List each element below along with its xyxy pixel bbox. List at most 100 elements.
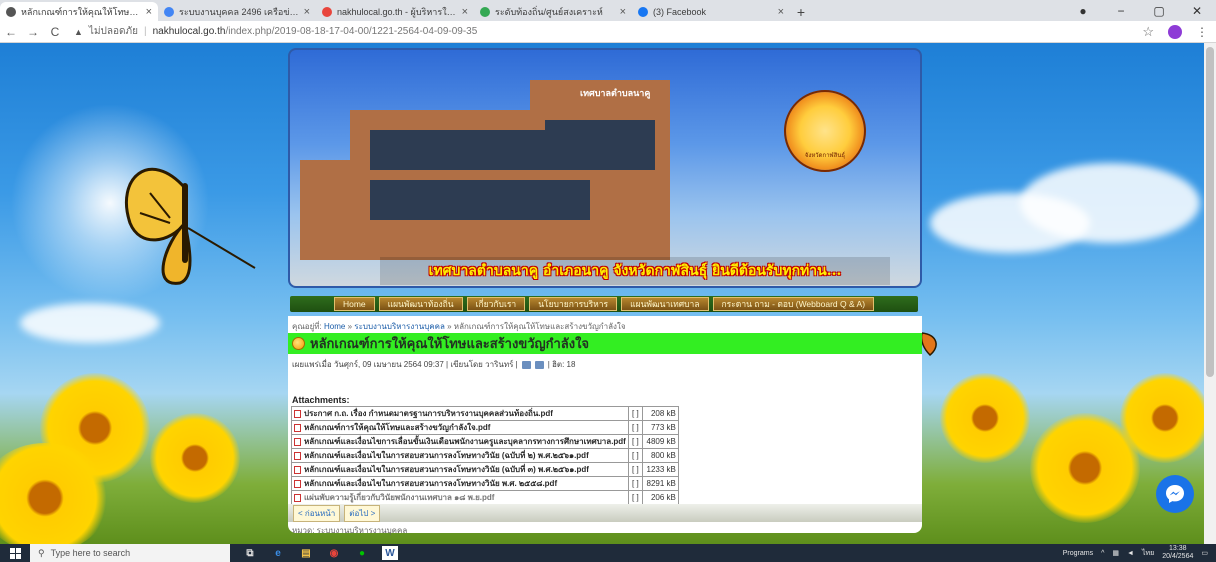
attachment-open-bracket[interactable]: [ ] [627, 406, 643, 421]
building-illustration [530, 80, 670, 260]
menu-item-plan[interactable]: แผนพัฒนาท้องถิ่น [378, 297, 463, 311]
attachment-file-name: หลักเกณฑ์การให้คุณให้โทษและสร้างขวัญกำลั… [304, 423, 491, 432]
attachment-file-link[interactable]: หลักเกณฑ์และเงื่อนไขการเลื่อนขั้นเงินเดื… [291, 434, 629, 449]
attachment-file-name: ประกาศ ก.ถ. เรื่อง กำหนดมาตรฐานการบริหาร… [304, 409, 553, 418]
bookmark-star-icon[interactable]: ☆ [1142, 24, 1154, 40]
attachment-open-bracket[interactable]: [ ] [627, 448, 643, 463]
article-title: หลักเกณฑ์การให้คุณให้โทษและสร้างขวัญกำลั… [310, 336, 590, 351]
article-content: คุณอยู่ที่: Home » ระบบงานบริหารงานบุคคล… [288, 316, 922, 535]
maximize-button[interactable]: ▢ [1140, 4, 1178, 18]
browser-tab[interactable]: ระดับท้องถิ่น/ศูนย์สงเคราะห์ × [474, 2, 632, 21]
record-icon[interactable]: ● [1064, 4, 1102, 18]
attachment-open-bracket[interactable]: [ ] [627, 476, 643, 491]
scrollbar-thumb[interactable] [1206, 47, 1214, 377]
tab-close-icon[interactable]: × [620, 6, 626, 18]
file-explorer-icon[interactable]: ▤ [298, 546, 314, 560]
windows-logo-icon [9, 547, 21, 559]
main-menu: Home แผนพัฒนาท้องถิ่น เกี่ยวกับเรา นโยบา… [290, 296, 918, 312]
attachment-file-link[interactable]: ประกาศ ก.ถ. เรื่อง กำหนดมาตรฐานการบริหาร… [291, 406, 629, 421]
attachment-file-link[interactable]: แผ่นพับความรู้เกี่ยวกับวินัยพนักงานเทศบา… [291, 490, 629, 505]
pdf-file-icon [294, 437, 301, 446]
reload-button[interactable]: C [44, 25, 66, 39]
print-icon[interactable] [521, 360, 531, 369]
tab-label: ระบบงานบุคคล 2496 เครือข่ายราชการท้องถิ่… [179, 6, 299, 17]
start-button[interactable] [0, 544, 30, 562]
attachment-open-bracket[interactable]: [ ] [627, 462, 643, 477]
clock-date: 20/4/2564 [1162, 553, 1194, 560]
address-bar[interactable]: ▲ ไม่ปลอดภัย | nakhulocal.go.th/index.ph… [74, 24, 477, 39]
taskbar-search-placeholder: Type here to search [50, 548, 131, 558]
article-category[interactable]: หมวด: ระบบงานบริหารงานบุคคล [292, 524, 407, 537]
tray-language[interactable]: ไทย [1142, 548, 1154, 559]
browser-tab-facebook[interactable]: (3) Facebook × [632, 2, 790, 21]
attachments-table: ประกาศ ก.ถ. เรื่อง กำหนดมาตรฐานการบริหาร… [291, 406, 679, 505]
window-controls: ● − ▢ ✕ [1064, 0, 1216, 21]
attachment-file-name: หลักเกณฑ์และเงื่อนไขในการสอบสวนการลงโทษท… [304, 479, 558, 488]
attachment-file-link[interactable]: หลักเกณฑ์และเงื่อนไขในการสอบสวนการลงโทษท… [291, 448, 629, 463]
tray-chevron-icon[interactable]: ^ [1101, 550, 1104, 557]
attachment-row: หลักเกณฑ์การให้คุณให้โทษและสร้างขวัญกำลั… [291, 420, 679, 435]
site-favicon-icon [480, 6, 490, 17]
attachment-open-bracket[interactable]: [ ] [627, 490, 643, 505]
attachment-open-bracket[interactable]: [ ] [627, 420, 643, 435]
tab-close-icon[interactable]: × [462, 6, 468, 18]
browser-tab-active[interactable]: หลักเกณฑ์การให้คุณให้โทษและสร้างข × [0, 2, 158, 21]
pdf-file-icon [294, 479, 301, 488]
attachment-open-bracket[interactable]: [ ] [627, 434, 643, 449]
forward-button[interactable]: → [22, 25, 44, 39]
attachment-file-link[interactable]: หลักเกณฑ์การให้คุณให้โทษและสร้างขวัญกำลั… [291, 420, 629, 435]
notification-icon[interactable]: ▭ [1201, 549, 1208, 557]
close-window-button[interactable]: ✕ [1178, 4, 1216, 18]
page-scrollbar[interactable] [1204, 43, 1216, 544]
messenger-chat-button[interactable] [1156, 475, 1194, 513]
google-favicon-icon [164, 6, 174, 17]
task-view-icon[interactable]: ⧉ [242, 546, 258, 560]
menu-item-home[interactable]: Home [333, 297, 375, 311]
building-windows [370, 180, 590, 220]
pdf-file-icon [294, 451, 301, 460]
profile-avatar[interactable] [1168, 25, 1182, 39]
taskbar-search[interactable]: ⚲ Type here to search [30, 544, 230, 562]
breadcrumb-home-link[interactable]: Home [324, 322, 345, 331]
menu-item-development[interactable]: แผนพัฒนาเทศบาล [621, 297, 709, 311]
menu-item-policy[interactable]: นโยบายการบริหาร [529, 297, 618, 311]
line-icon[interactable]: ● [354, 546, 370, 560]
chrome-icon[interactable]: ◉ [326, 546, 342, 560]
minimize-button[interactable]: − [1102, 4, 1140, 18]
breadcrumb-section-link[interactable]: ระบบงานบริหารงานบุคคล [354, 322, 445, 331]
previous-article-button[interactable]: < ก่อนหน้า [293, 504, 341, 522]
toolbar-right: ☆ ⋮ [1142, 24, 1208, 40]
menu-item-about[interactable]: เกี่ยวกับเรา [466, 297, 526, 311]
attachment-row: ประกาศ ก.ถ. เรื่อง กำหนดมาตรฐานการบริหาร… [291, 406, 679, 421]
background-cloud [1020, 163, 1200, 243]
browser-tab[interactable]: nakhulocal.go.th - ผู้บริหารใน - ภ × [316, 2, 474, 21]
taskbar-clock[interactable]: 13:38 20/4/2564 [1162, 545, 1193, 561]
back-button[interactable]: ← [0, 25, 22, 39]
tab-close-icon[interactable]: × [146, 6, 152, 18]
tab-close-icon[interactable]: × [304, 6, 310, 18]
tab-close-icon[interactable]: × [778, 6, 784, 18]
taskbar-apps: ⧉ e ▤ ◉ ● W [242, 546, 398, 560]
site-favicon-icon [322, 6, 332, 17]
warning-icon[interactable]: ▲ [74, 27, 83, 37]
attachment-file-link[interactable]: หลักเกณฑ์และเงื่อนไขในการสอบสวนการลงโทษท… [291, 476, 629, 491]
network-icon[interactable]: ▦ [1112, 549, 1119, 557]
pdf-file-icon [294, 423, 301, 432]
page-viewport: เทศบาลตำบลนาคู จังหวัดกาฬสินธุ์ เทศบาลตำ… [0, 43, 1216, 544]
attachment-row: หลักเกณฑ์และเงื่อนไขในการสอบสวนการลงโทษท… [291, 462, 679, 477]
tab-label: nakhulocal.go.th - ผู้บริหารใน - ภ [337, 6, 457, 17]
browser-menu-icon[interactable]: ⋮ [1196, 25, 1208, 39]
site-container: เทศบาลตำบลนาคู จังหวัดกาฬสินธุ์ เทศบาลตำ… [288, 48, 922, 535]
volume-icon[interactable]: ◄ [1127, 550, 1134, 557]
edge-icon[interactable]: e [270, 546, 286, 560]
security-label: ไม่ปลอดภัย [88, 26, 138, 37]
browser-tab[interactable]: ระบบงานบุคคล 2496 เครือข่ายราชการท้องถิ่… [158, 2, 316, 21]
next-article-button[interactable]: ต่อไป > [344, 504, 381, 522]
menu-item-webboard[interactable]: กระดาน ถาม - ตอบ (Webboard Q & A) [712, 297, 875, 311]
attachment-file-link[interactable]: หลักเกณฑ์และเงื่อนไขในการสอบสวนการลงโทษท… [291, 462, 629, 477]
word-icon[interactable]: W [382, 546, 398, 560]
tray-programs-label[interactable]: Programs [1063, 550, 1093, 557]
new-tab-button[interactable]: + [790, 2, 812, 21]
email-icon[interactable] [534, 360, 544, 369]
pdf-file-icon [294, 465, 301, 474]
